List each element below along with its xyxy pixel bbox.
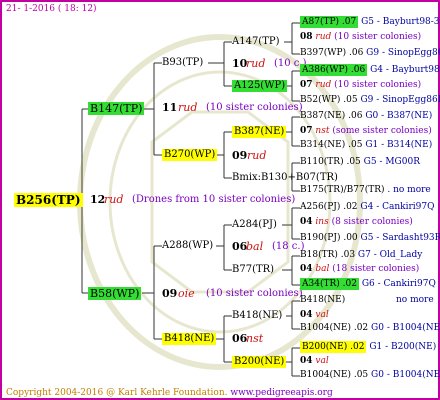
- g2-b-queen[interactable]: B270(WP): [162, 149, 218, 161]
- g4-row[interactable]: B314(NE) .05 G1 - B314(NE): [300, 141, 432, 150]
- g4-row[interactable]: B397(WP) .06 G9 - SinopEgg86R: [300, 49, 440, 58]
- g4-row: 07 nst (some sister colonies): [300, 126, 432, 136]
- site-url: www.pedigreeapis.org: [230, 388, 333, 398]
- g4-row: 08 rud (10 sister colonies): [300, 32, 422, 42]
- root-mating-abbr: rud: [104, 193, 124, 206]
- g4-row[interactable]: A87(TP) .07 G5 - Bayburt98-3: [300, 16, 440, 28]
- g3-a-queen[interactable]: A147(TP): [232, 37, 280, 47]
- root-drones: (Drones from 10 sister colonies): [132, 194, 296, 205]
- g4-row[interactable]: B1004(NE) .05 G0 - B1004(NE): [300, 371, 440, 380]
- g4-row[interactable]: A34(TR) .02 G6 - Cankiri97Q: [300, 278, 436, 290]
- g4-row[interactable]: B1004(NE) .02 G0 - B1004(NE): [300, 324, 440, 333]
- g3-e-queen[interactable]: A284(PJ): [232, 220, 277, 230]
- root-queen[interactable]: B256(TP): [14, 193, 83, 207]
- g3-c-queen[interactable]: B387(NE): [232, 126, 287, 138]
- g4-row: 04 val: [300, 356, 329, 366]
- g4-row: 04 bal (18 sister colonies): [300, 264, 420, 274]
- g1-top-abbr: rud: [178, 101, 198, 114]
- g3-g-queen[interactable]: B418(NE): [232, 311, 282, 321]
- pedigree-chart: { "header": { "date": "21- 1-2016 ( 18: …: [0, 0, 440, 400]
- g3-d-queen[interactable]: Bmix:B130+B07(TR): [232, 173, 338, 183]
- g3-f-queen[interactable]: B77(TR): [232, 265, 274, 275]
- g4-row[interactable]: A256(PJ) .02 G4 - Cankiri97Q: [300, 203, 435, 212]
- g1-top-num: 11: [162, 101, 178, 114]
- g1-bottom-num: 09: [162, 287, 178, 300]
- g4-row[interactable]: B52(WP) .05 G9 - SinopEgg86R: [300, 96, 440, 105]
- timestamp: 21- 1-2016 ( 18: 12): [6, 4, 97, 14]
- g2-b-num: 09: [232, 149, 248, 162]
- g1-top-sisters: (10 sister colonies): [206, 102, 303, 113]
- g4-row[interactable]: B175(TR)/B77(TR) . no more: [300, 186, 431, 195]
- g2-b-abbr: rud: [247, 149, 267, 162]
- g3-h-queen[interactable]: B200(NE): [232, 356, 287, 368]
- g4-row[interactable]: B110(TR) .05 G5 - MG00R: [300, 158, 420, 167]
- g1-bottom-abbr: oie: [178, 287, 195, 300]
- g4-row[interactable]: B18(TR) .03 G7 - Old_Lady: [300, 251, 422, 260]
- g1-bottom-queen[interactable]: B58(WP): [88, 287, 142, 300]
- g4-row[interactable]: B190(PJ) .00 G5 - Sardasht93R: [300, 234, 440, 243]
- g2-d-abbr: nst: [246, 332, 264, 345]
- g4-row: 04 val: [300, 310, 329, 320]
- g4-row[interactable]: B200(NE) .02 G1 - B200(NE): [300, 341, 436, 353]
- g2-c-queen[interactable]: A288(WP): [162, 241, 213, 251]
- g3-a-abbr: rud: [246, 57, 266, 70]
- g2-d-queen[interactable]: B418(NE): [162, 333, 217, 345]
- g2-a-queen[interactable]: B93(TP): [162, 58, 203, 68]
- g4-row: 04 ins (8 sister colonies): [300, 217, 413, 227]
- g4-row[interactable]: B387(NE) .06 G0 - B387(NE): [300, 112, 432, 121]
- g1-top-queen[interactable]: B147(TP): [88, 102, 145, 115]
- g1-bottom-sisters: (10 sister colonies): [206, 288, 303, 299]
- g3-b-queen[interactable]: A125(WP): [232, 80, 288, 92]
- g2-c-abbr: bal: [246, 240, 264, 253]
- g4-row: 07 rud (10 sister colonies): [300, 80, 422, 90]
- g4-row[interactable]: A386(WP) .06 G4 - Bayburt98-3: [300, 64, 440, 76]
- g4-row[interactable]: B418(NE) no more: [300, 296, 434, 305]
- copyright-text: Copyright 2004-2016 @ Karl Kehrle Founda…: [6, 388, 333, 398]
